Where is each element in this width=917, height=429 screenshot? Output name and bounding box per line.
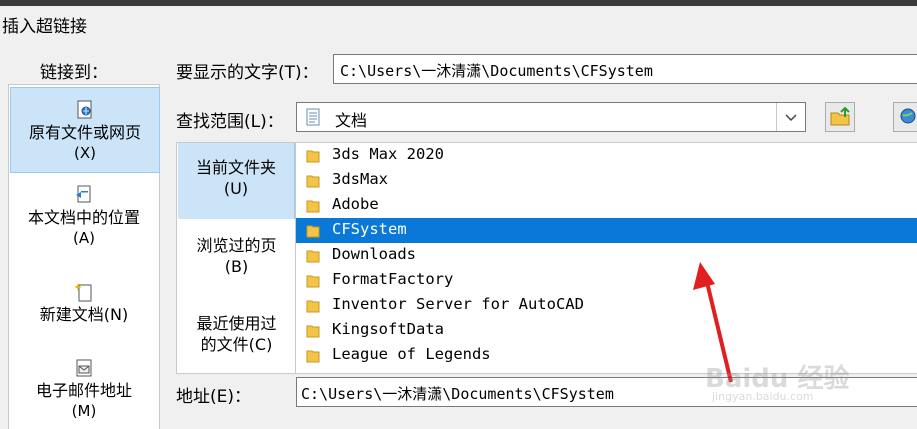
baidu-watermark-url: jingyan.baidu.com	[712, 390, 814, 403]
